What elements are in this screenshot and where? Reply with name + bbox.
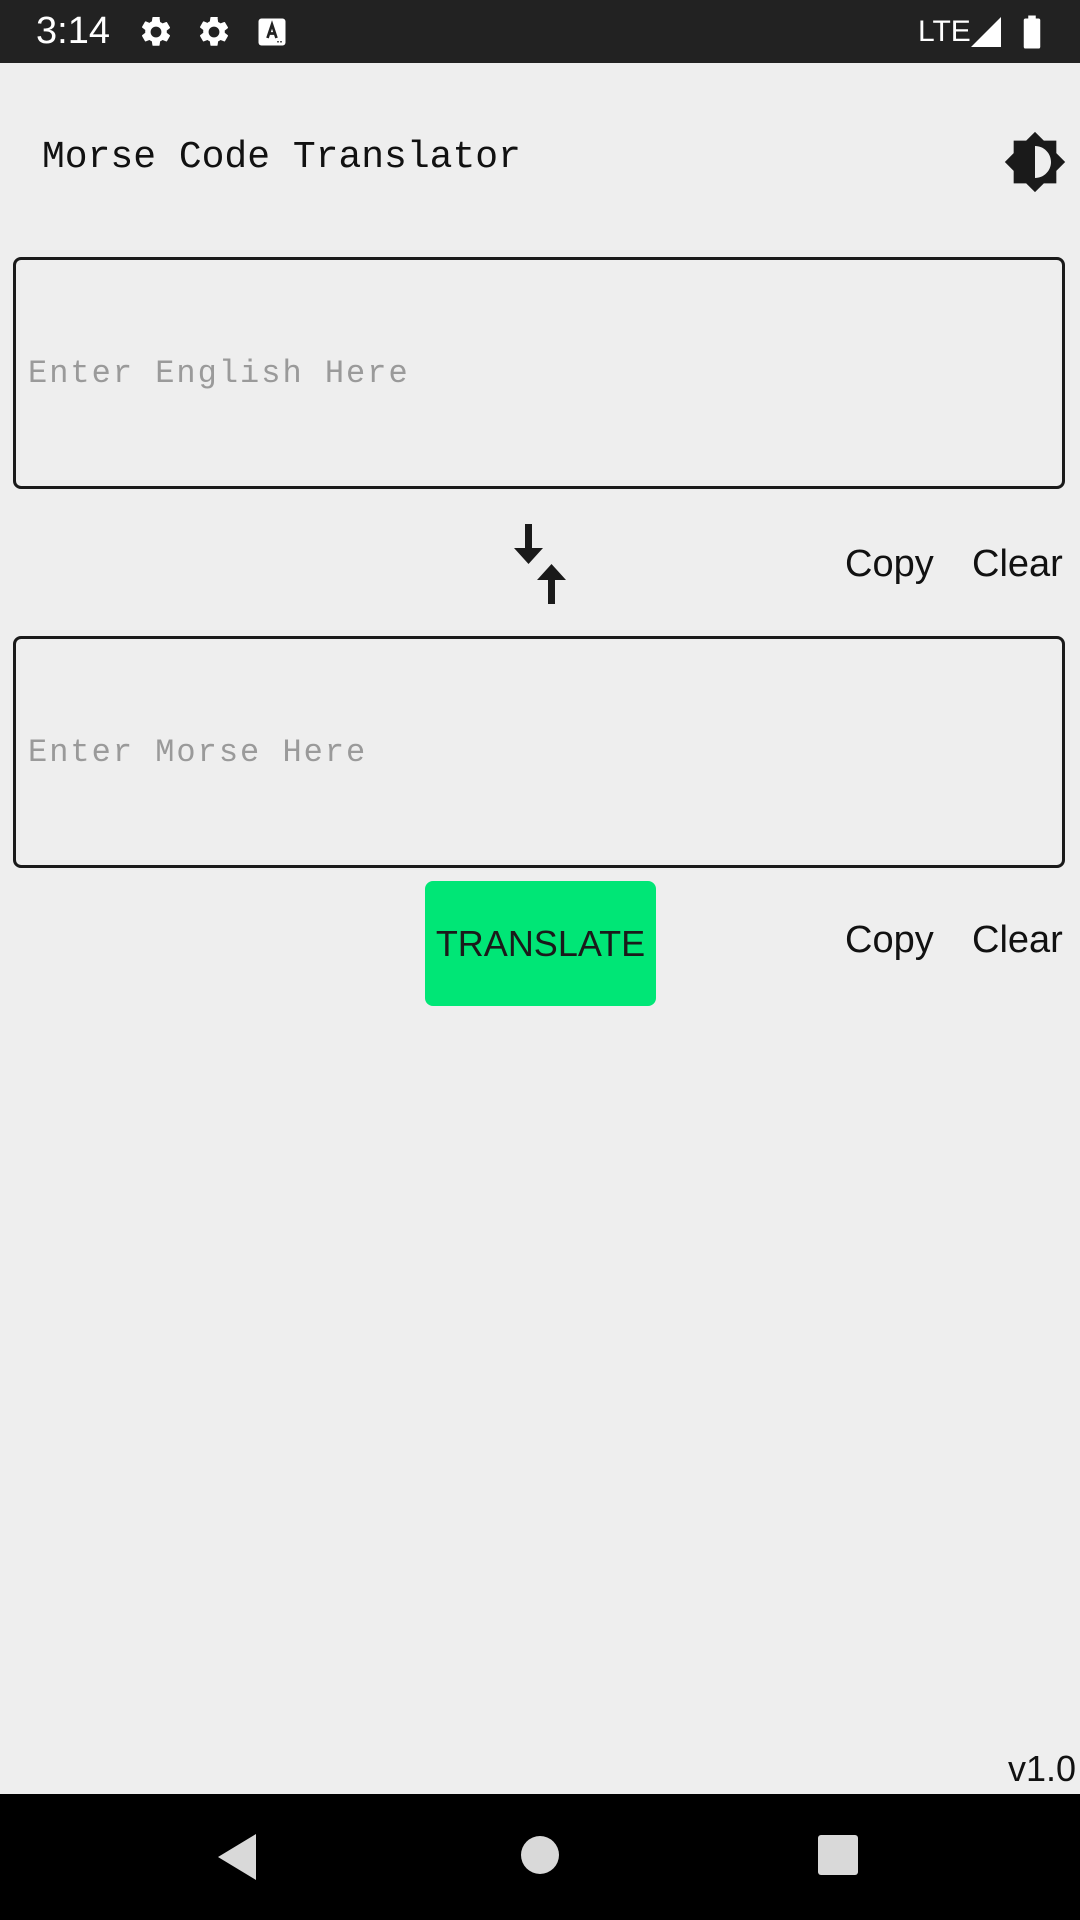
brightness-icon[interactable] bbox=[1003, 130, 1067, 194]
battery-icon bbox=[1023, 15, 1041, 49]
translate-button[interactable]: TRANSLATE bbox=[425, 881, 656, 1006]
copy-english-button[interactable]: Copy bbox=[845, 541, 934, 587]
home-icon[interactable] bbox=[519, 1834, 561, 1876]
morse-input[interactable] bbox=[13, 636, 1065, 868]
status-time: 3:14 bbox=[36, 10, 110, 52]
settings-icon bbox=[141, 16, 171, 46]
copy-morse-button[interactable]: Copy bbox=[845, 917, 934, 963]
app-title: Morse Code Translator bbox=[42, 136, 521, 179]
clear-english-button[interactable]: Clear bbox=[972, 541, 1063, 587]
navigation-bar bbox=[0, 1794, 1080, 1920]
settings-icon bbox=[199, 16, 229, 46]
text-a-icon bbox=[258, 18, 286, 46]
recents-icon[interactable] bbox=[817, 1834, 859, 1876]
clear-morse-button[interactable]: Clear bbox=[972, 917, 1063, 963]
swap-vertical-icon[interactable] bbox=[508, 522, 572, 606]
network-type: LTE bbox=[918, 15, 971, 48]
signal-icon bbox=[971, 17, 1001, 47]
status-bar: 3:14 LTE bbox=[0, 0, 1080, 63]
app-screen: 3:14 LTE Morse Code Translator Enter Eng… bbox=[0, 0, 1080, 1920]
english-input[interactable] bbox=[13, 257, 1065, 489]
back-icon[interactable] bbox=[216, 1832, 260, 1882]
version-label: v1.0 bbox=[1008, 1748, 1077, 1789]
